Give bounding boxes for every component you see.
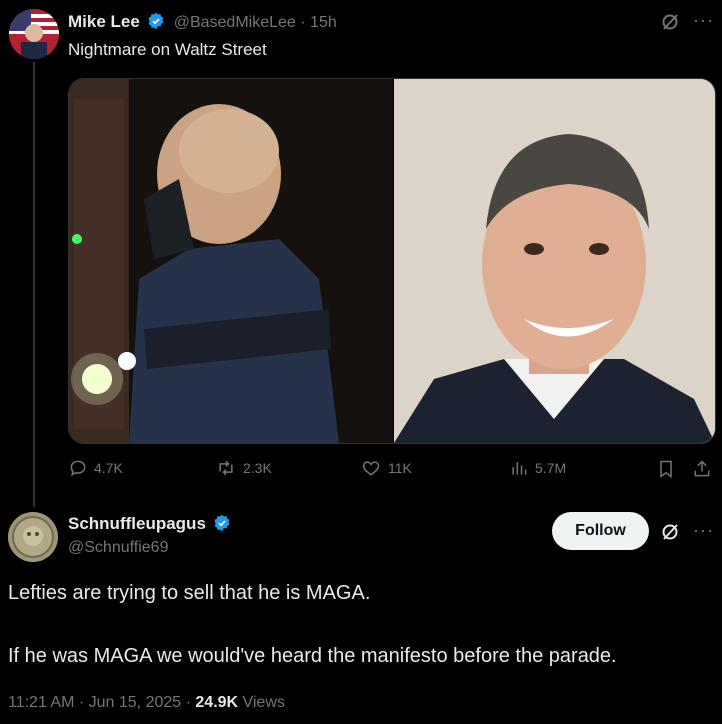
media-image-right[interactable] bbox=[394, 79, 715, 443]
repost-button[interactable]: 2.3K bbox=[215, 458, 272, 478]
bookmark-icon bbox=[660, 460, 672, 478]
like-count: 11K bbox=[388, 460, 412, 476]
follow-button[interactable]: Follow bbox=[552, 512, 649, 550]
reply-timestamp[interactable]: 11:21 AM · Jun 15, 2025 · bbox=[8, 694, 191, 711]
author-handle[interactable]: @BasedMikeLee bbox=[174, 14, 296, 31]
reply-author-name[interactable]: Schnuffleupagus bbox=[68, 514, 206, 533]
share-button[interactable] bbox=[692, 458, 712, 480]
heart-icon bbox=[362, 461, 380, 476]
author-name[interactable]: Mike Lee bbox=[68, 12, 140, 31]
grok-icon[interactable] bbox=[660, 12, 680, 37]
reply-meta: 11:21 AM · Jun 15, 2025 · 24.9K Views bbox=[8, 694, 285, 712]
reply-author-handle[interactable]: @Schnuffie69 bbox=[68, 539, 168, 557]
media-image-left[interactable] bbox=[69, 79, 393, 443]
grok-icon[interactable] bbox=[660, 522, 680, 547]
verified-badge-icon bbox=[214, 514, 230, 532]
reply-views-label: Views bbox=[242, 694, 285, 711]
repost-count: 2.3K bbox=[243, 460, 272, 476]
reply-text-line-2: If he was MAGA we would've heard the man… bbox=[8, 645, 617, 667]
reply-avatar-image bbox=[8, 512, 58, 562]
more-options-icon[interactable]: ··· bbox=[693, 520, 714, 541]
reply-text-line-1: Lefties are trying to sell that he is MA… bbox=[8, 582, 371, 604]
verified-badge-icon bbox=[148, 12, 164, 30]
reply-count: 4.7K bbox=[94, 460, 123, 476]
reply-icon bbox=[70, 460, 86, 477]
reply-avatar[interactable] bbox=[8, 512, 58, 562]
tweet-actions: 4.7K 2.3K 11K 5.7M bbox=[68, 458, 718, 482]
like-button[interactable]: 11K bbox=[360, 458, 412, 478]
repost-icon bbox=[219, 460, 233, 476]
reply-views-count: 24.9K bbox=[195, 694, 239, 711]
bookmark-button[interactable] bbox=[656, 458, 676, 480]
tweet-text: Nightmare on Waltz Street bbox=[68, 40, 267, 59]
views-count: 5.7M bbox=[535, 460, 567, 476]
avatar-image bbox=[9, 9, 59, 59]
analytics-icon bbox=[512, 462, 527, 475]
tweet-time[interactable]: · 15h bbox=[300, 14, 336, 31]
views-button[interactable]: 5.7M bbox=[509, 458, 566, 478]
tweet-media[interactable] bbox=[68, 78, 716, 444]
thread-line bbox=[33, 62, 35, 507]
more-options-icon[interactable]: ··· bbox=[693, 10, 714, 31]
share-icon bbox=[694, 460, 710, 477]
avatar[interactable] bbox=[9, 9, 59, 59]
reply-button[interactable]: 4.7K bbox=[68, 458, 123, 478]
